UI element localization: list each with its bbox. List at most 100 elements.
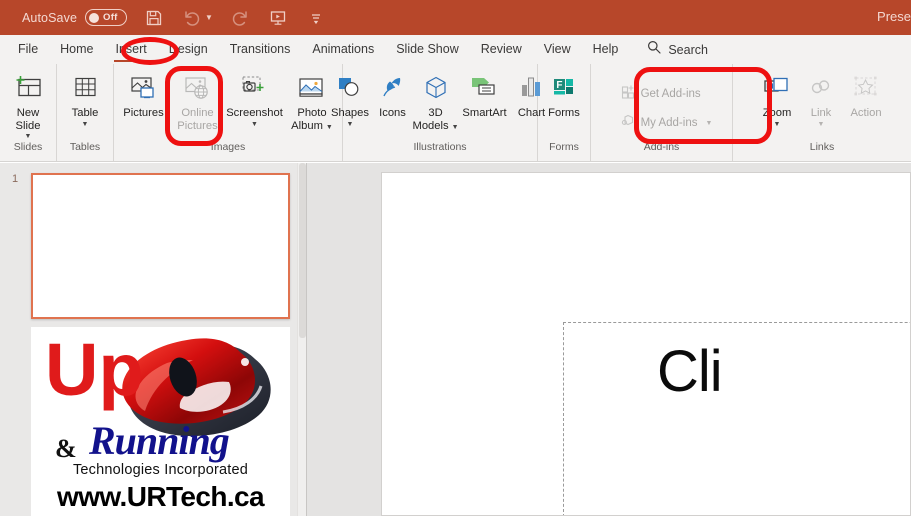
undo-dropdown-caret[interactable]: ▼ [205, 14, 213, 22]
powerpoint-window: AutoSave Off ▼ Prese File Home Insert De… [0, 0, 911, 516]
slide-panel-scrollbar-thumb[interactable] [299, 163, 306, 338]
ribbon-group-forms: F Forms Forms [538, 64, 591, 161]
tab-file[interactable]: File [7, 35, 49, 64]
3d-models-button[interactable]: 3D Models▼ [413, 67, 459, 134]
tab-help[interactable]: Help [582, 35, 630, 64]
save-icon[interactable] [143, 7, 165, 29]
document-title: Prese [877, 9, 911, 24]
search-box[interactable]: Search [647, 40, 708, 59]
photo-album-icon [297, 71, 327, 105]
logo-tagline: Technologies Incorporated [31, 462, 290, 478]
tab-review[interactable]: Review [470, 35, 533, 64]
screenshot-caret[interactable]: ▼ [251, 121, 258, 128]
table-label: Table [72, 107, 99, 120]
ribbon: New Slide ▼ Slides Table ▼ [0, 64, 911, 162]
shapes-icon [335, 71, 365, 105]
ribbon-group-illustrations: Shapes ▼ Icons 3D Models▼ [343, 64, 538, 161]
tab-insert[interactable]: Insert [105, 35, 158, 64]
online-pictures-label: Online Pictures [177, 107, 217, 132]
slide-panel-scrollbar[interactable] [297, 163, 306, 516]
redo-icon[interactable] [229, 7, 251, 29]
icons-icon [378, 71, 408, 105]
tab-view[interactable]: View [533, 35, 582, 64]
online-pictures-button: Online Pictures [171, 67, 225, 132]
placeholder-text: Cli [657, 338, 722, 405]
screenshot-button[interactable]: Screenshot ▼ [225, 67, 285, 128]
svg-text:F: F [556, 80, 562, 91]
screenshot-icon [239, 71, 271, 105]
title-bar: AutoSave Off ▼ Prese [0, 0, 911, 35]
link-caret: ▼ [818, 121, 825, 128]
autosave-state-label: Off [103, 12, 118, 23]
group-label-tables: Tables [57, 140, 113, 153]
group-label-forms: Forms [538, 140, 590, 153]
start-presentation-icon[interactable] [267, 7, 289, 29]
group-label-links: Links [733, 140, 911, 153]
ribbon-tab-strip: File Home Insert Design Transitions Anim… [0, 35, 911, 64]
screenshot-label: Screenshot [226, 107, 283, 120]
action-icon [851, 71, 881, 105]
forms-icon: F [550, 71, 578, 105]
my-add-ins-caret: ▼ [705, 120, 712, 127]
group-label-images: Images [114, 140, 342, 153]
shapes-label: Shapes [331, 107, 369, 120]
tab-transitions[interactable]: Transitions [219, 35, 302, 64]
zoom-icon [762, 71, 792, 105]
action-label: Action [850, 107, 881, 120]
autosave-toggle-knob [89, 13, 99, 23]
zoom-button[interactable]: Zoom ▼ [754, 67, 800, 128]
logo-url: www.URTech.ca [31, 481, 290, 513]
watermark-logo: Up & Running Technologies Incorporated w… [31, 327, 290, 516]
online-pictures-icon [183, 71, 213, 105]
tab-slide-show[interactable]: Slide Show [385, 35, 470, 64]
table-button[interactable]: Table ▼ [57, 67, 113, 128]
new-slide-button[interactable]: New Slide ▼ [0, 67, 56, 140]
content-placeholder[interactable] [563, 322, 911, 516]
smartart-label: SmartArt [462, 107, 506, 120]
forms-label: Forms [548, 107, 580, 120]
logo-word-up: Up [45, 333, 144, 407]
get-add-ins-icon [621, 84, 636, 104]
customize-quick-access-toolbar-icon[interactable] [305, 7, 327, 29]
link-button: Link ▼ [800, 67, 842, 128]
link-label: Link [811, 107, 832, 120]
shapes-button[interactable]: Shapes ▼ [328, 67, 373, 128]
slide-number: 1 [12, 173, 18, 185]
my-add-ins-button: My Add-ins ▼ [615, 112, 719, 134]
ribbon-group-add-ins: Get Add-ins My Add-ins ▼ Add-ins [591, 64, 733, 161]
autosave-label: AutoSave [22, 11, 77, 25]
ribbon-group-links: Zoom ▼ Link ▼ Action [733, 64, 911, 161]
get-add-ins-label: Get Add-ins [641, 88, 701, 100]
group-label-slides: Slides [0, 140, 56, 153]
ribbon-group-slides: New Slide ▼ Slides [0, 64, 57, 161]
pictures-button[interactable]: Pictures [117, 67, 171, 120]
slide-thumbnail-1[interactable] [31, 173, 290, 319]
new-slide-label: New Slide [16, 107, 41, 132]
tab-design[interactable]: Design [158, 35, 219, 64]
3d-models-icon [421, 71, 451, 105]
new-slide-caret[interactable]: ▼ [25, 133, 32, 140]
search-icon [647, 40, 661, 59]
get-add-ins-button: Get Add-ins [615, 83, 707, 105]
tab-home[interactable]: Home [49, 35, 104, 64]
smartart-button[interactable]: SmartArt [459, 67, 511, 120]
ribbon-group-tables: Table ▼ Tables [57, 64, 114, 161]
my-add-ins-icon [621, 113, 636, 133]
slide-thumbnail-panel[interactable]: 1 [0, 163, 305, 516]
shapes-caret[interactable]: ▼ [347, 121, 354, 128]
forms-button[interactable]: F Forms [540, 67, 588, 120]
autosave-toggle[interactable]: Off [85, 9, 127, 26]
table-caret[interactable]: ▼ [82, 121, 89, 128]
tab-animations[interactable]: Animations [301, 35, 385, 64]
new-slide-icon [13, 71, 43, 105]
my-add-ins-label: My Add-ins [641, 117, 698, 129]
logo-ampersand: & [55, 434, 77, 464]
zoom-caret[interactable]: ▼ [774, 121, 781, 128]
slide-canvas[interactable]: Cli [381, 172, 911, 516]
undo-icon[interactable] [181, 7, 203, 29]
action-button: Action [842, 67, 890, 120]
icons-button[interactable]: Icons [373, 67, 413, 120]
logo-word-running: Running [89, 417, 229, 464]
3d-models-caret[interactable]: ▼ [452, 124, 459, 131]
pictures-icon [129, 71, 159, 105]
